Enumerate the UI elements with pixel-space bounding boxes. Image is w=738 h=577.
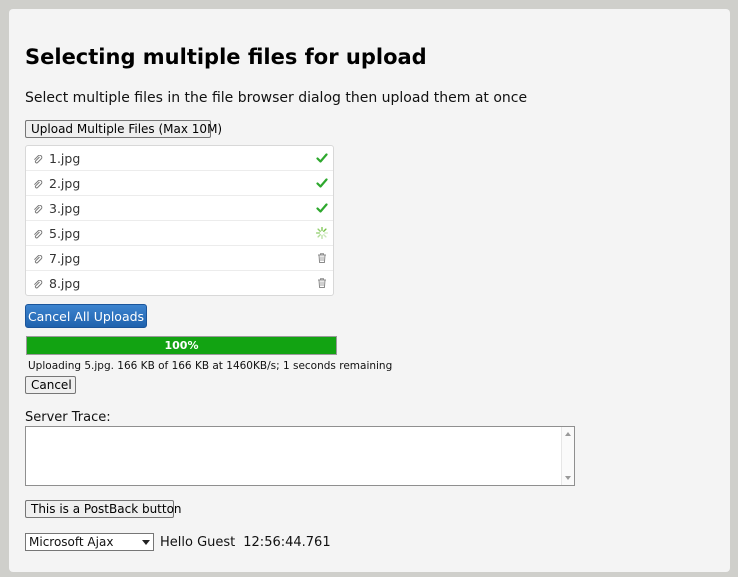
server-trace-textarea[interactable] [25, 426, 575, 486]
checkmark-icon [316, 152, 328, 164]
postback-button[interactable]: This is a PostBack button [25, 500, 182, 518]
paperclip-icon [33, 153, 43, 164]
file-name: 5.jpg [49, 226, 81, 241]
file-name: 1.jpg [49, 151, 81, 166]
scroll-down-arrow-icon[interactable] [565, 476, 571, 480]
file-list-item: 8.jpg [26, 271, 333, 296]
upload-status-text: Uploading 5.jpg. 166 KB of 166 KB at 146… [28, 360, 393, 372]
paperclip-icon [33, 278, 43, 289]
paperclip-icon [33, 178, 43, 189]
server-trace-label: Server Trace: [25, 410, 111, 425]
progress-percent: 100% [164, 339, 199, 352]
ajax-framework-select[interactable]: Microsoft Ajax [25, 533, 154, 551]
main-panel: Selecting multiple files for upload Sele… [9, 9, 730, 572]
cancel-all-uploads-button[interactable]: Cancel All Uploads [25, 304, 147, 328]
checkmark-icon [316, 202, 328, 214]
file-name: 7.jpg [49, 251, 81, 266]
file-name: 2.jpg [49, 176, 81, 191]
cancel-button[interactable]: Cancel [25, 376, 76, 394]
page-subtitle: Select multiple files in the file browse… [25, 90, 528, 106]
file-list-item: 2.jpg [26, 171, 333, 196]
file-list-item: 5.jpg [26, 221, 333, 246]
file-list-item: 1.jpg [26, 146, 333, 171]
trash-icon[interactable] [316, 252, 328, 264]
trace-scrollbar[interactable] [561, 427, 574, 485]
trash-icon[interactable] [316, 277, 328, 289]
paperclip-icon [33, 228, 43, 239]
file-list-item: 3.jpg [26, 196, 333, 221]
checkmark-icon [316, 177, 328, 189]
upload-multiple-files-button[interactable]: Upload Multiple Files (Max 10M) [25, 120, 222, 138]
file-list-item: 7.jpg [26, 246, 333, 271]
progress-bar: 100% [26, 336, 337, 355]
ajax-select-value: Microsoft Ajax [29, 535, 114, 549]
page-title: Selecting multiple files for upload [25, 45, 427, 69]
greeting-text: Hello Guest [160, 534, 236, 550]
spinner-icon [315, 226, 329, 240]
file-name: 8.jpg [49, 276, 81, 291]
file-list: 1.jpg 2.jpg 3.jpg 5.jpg 7.jpg 8.jpg [25, 145, 334, 296]
footer-row: Microsoft Ajax Hello Guest 12:56:44.761 [25, 533, 331, 551]
scroll-up-arrow-icon[interactable] [565, 432, 571, 436]
clock-text: 12:56:44.761 [243, 534, 331, 550]
paperclip-icon [33, 253, 43, 264]
paperclip-icon [33, 203, 43, 214]
chevron-down-icon [142, 540, 150, 545]
file-name: 3.jpg [49, 201, 81, 216]
